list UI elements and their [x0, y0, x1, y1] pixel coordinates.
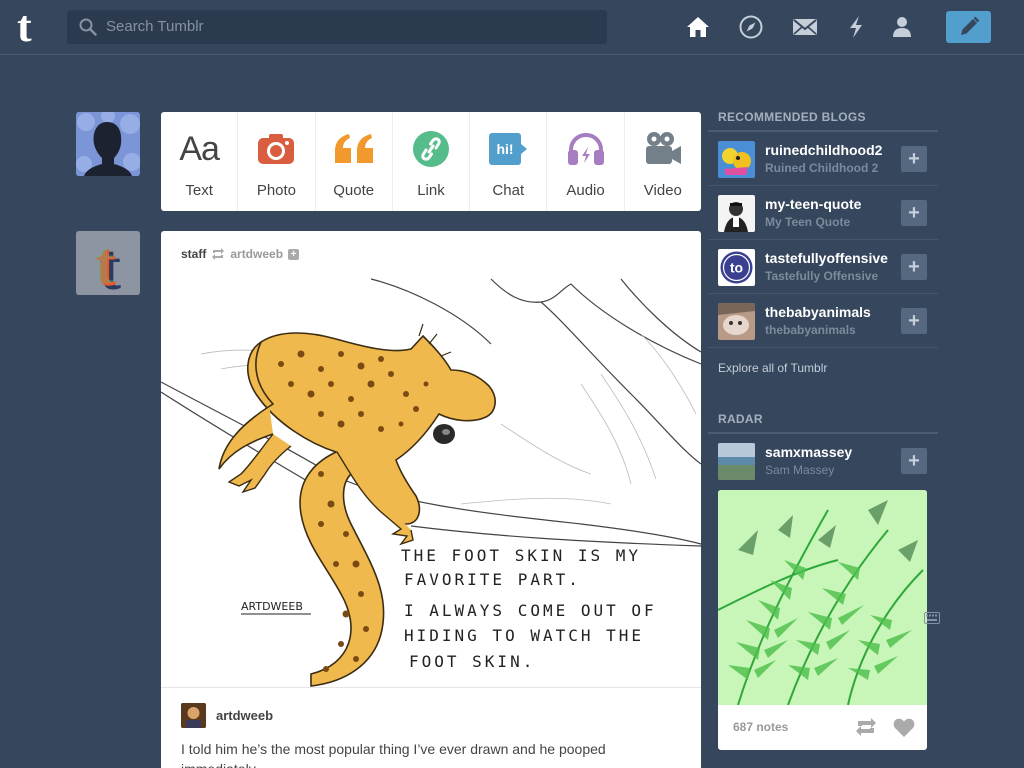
- keyboard-shortcuts-icon[interactable]: [924, 612, 940, 624]
- blog-name: tastefullyoffensive: [765, 250, 888, 266]
- blog-title: Ruined Childhood 2: [765, 161, 879, 175]
- pencil-icon: [960, 16, 979, 35]
- post-type-label: Text: [185, 182, 213, 199]
- like-heart-icon[interactable]: [893, 718, 915, 738]
- compose-post-button[interactable]: [946, 11, 991, 43]
- svg-text:to: to: [730, 260, 743, 276]
- post-type-label: Link: [417, 182, 445, 199]
- blog-title: Sam Massey: [765, 463, 835, 477]
- post-type-label: Chat: [492, 182, 525, 199]
- recommended-blog-item[interactable]: thebabyanimals thebabyanimals +: [708, 294, 938, 348]
- inbox-mail-icon[interactable]: [792, 14, 818, 40]
- follow-plus-icon[interactable]: +: [288, 248, 300, 260]
- reblogged-from-link[interactable]: artdweeb: [230, 247, 283, 261]
- search-placeholder: Search Tumblr: [106, 18, 204, 35]
- chat-icon: hi!: [488, 130, 528, 168]
- post-type-label: Photo: [256, 182, 297, 199]
- post-type-label: Video: [643, 182, 682, 199]
- blog-avatar: to: [718, 249, 755, 286]
- post-type-chat-button[interactable]: hi! Chat: [470, 112, 548, 211]
- post-type-link-button[interactable]: Link: [393, 112, 471, 211]
- radar-post-image: [718, 490, 927, 706]
- reblog-icon: [212, 248, 225, 260]
- top-nav-bar: t Search Tumblr: [0, 0, 1024, 55]
- recommended-blog-item[interactable]: my-teen-quote My Teen Quote +: [708, 186, 938, 240]
- reblog-icon[interactable]: [855, 718, 877, 736]
- blog-avatar: [718, 195, 755, 232]
- illustration-text-line: THE FOOT SKIN IS MY: [401, 546, 641, 565]
- video-camera-icon: [643, 130, 683, 168]
- blog-name: my-teen-quote: [765, 196, 862, 212]
- tumblr-logo[interactable]: t: [17, 5, 49, 49]
- illustration-text-line: HIDING TO WATCH THE: [404, 626, 644, 645]
- post-author-link[interactable]: staff: [181, 247, 206, 261]
- follow-button[interactable]: +: [901, 448, 927, 474]
- radar-post-card[interactable]: 687 notes: [718, 490, 927, 750]
- blog-avatar: [718, 303, 755, 340]
- recommended-blog-item[interactable]: to tastefullyoffensive Tastefully Offens…: [708, 240, 938, 294]
- text-icon: Aa: [179, 129, 220, 168]
- blog-name: thebabyanimals: [765, 304, 871, 320]
- post-actions: [855, 718, 915, 738]
- blog-name: ruinedchildhood2: [765, 142, 883, 158]
- blog-title: My Teen Quote: [765, 215, 851, 229]
- right-sidebar: RECOMMENDED BLOGS ruinedchildhood2 Ruine…: [708, 100, 938, 750]
- dashboard-post: staff artdweeb + THE FOOT SKIN IS MY FAV…: [161, 231, 701, 768]
- post-type-quote-button[interactable]: Quote: [316, 112, 393, 211]
- search-icon: [79, 18, 97, 36]
- recommended-blog-item[interactable]: ruinedchildhood2 Ruined Childhood 2 +: [708, 132, 938, 186]
- blog-avatar: [718, 141, 755, 178]
- illustration-text-line: I ALWAYS COME OUT OF: [404, 601, 657, 620]
- follow-button[interactable]: +: [901, 200, 927, 226]
- illustration-text-line: FOOT SKIN.: [409, 652, 535, 671]
- post-type-label: Quote: [333, 182, 375, 199]
- follow-button[interactable]: +: [901, 146, 927, 172]
- post-type-text-button[interactable]: Aa Text: [161, 112, 239, 211]
- home-icon[interactable]: [685, 14, 711, 40]
- post-type-label: Audio: [566, 182, 605, 199]
- svg-text:t: t: [94, 231, 114, 295]
- account-person-icon[interactable]: [889, 14, 915, 40]
- user-avatar[interactable]: [76, 112, 140, 176]
- radar-heading: RADAR: [708, 402, 938, 434]
- chat-glyph: hi!: [497, 141, 514, 157]
- explore-all-link[interactable]: Explore all of Tumblr: [708, 348, 938, 388]
- link-icon: [412, 130, 450, 168]
- post-type-picker: Aa Text Photo Quote Link hi! Chat Audio: [161, 112, 701, 211]
- caption-author-avatar[interactable]: [181, 703, 206, 728]
- post-caption: I told him he’s the most popular thing I…: [181, 741, 606, 768]
- recommended-blogs-heading: RECOMMENDED BLOGS: [708, 100, 938, 132]
- follow-button[interactable]: +: [901, 254, 927, 280]
- post-divider: [161, 687, 701, 688]
- explore-compass-icon[interactable]: [738, 14, 764, 40]
- post-type-video-button[interactable]: Video: [625, 112, 701, 211]
- staff-blog-avatar[interactable]: t t t: [76, 231, 140, 295]
- artist-signature: ARTDWEEB: [241, 600, 303, 613]
- blog-title: thebabyanimals: [765, 323, 856, 337]
- blog-name: samxmassey: [765, 444, 853, 460]
- post-header: staff artdweeb +: [181, 247, 300, 261]
- follow-button[interactable]: +: [901, 308, 927, 334]
- post-type-photo-button[interactable]: Photo: [238, 112, 316, 211]
- post-illustration: THE FOOT SKIN IS MY FAVORITE PART. I ALW…: [161, 274, 701, 687]
- post-type-audio-button[interactable]: Audio: [547, 112, 625, 211]
- headphones-icon: [566, 130, 606, 168]
- camera-icon: [257, 130, 295, 168]
- activity-lightning-icon[interactable]: [843, 14, 869, 40]
- quote-icon: [333, 130, 375, 168]
- illustration-text-line: FAVORITE PART.: [404, 570, 581, 589]
- notes-count[interactable]: 687 notes: [733, 720, 788, 734]
- radar-blog-item[interactable]: samxmassey Sam Massey +: [708, 434, 938, 488]
- blog-avatar: [718, 443, 755, 480]
- search-input[interactable]: Search Tumblr: [67, 10, 607, 44]
- blog-title: Tastefully Offensive: [765, 269, 879, 283]
- caption-author-link[interactable]: artdweeb: [216, 708, 273, 723]
